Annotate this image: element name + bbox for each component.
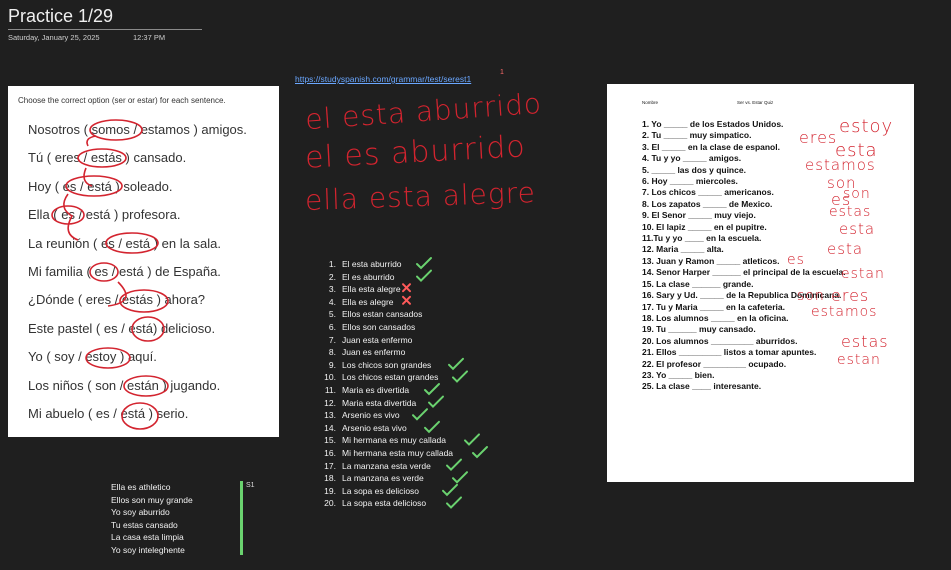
ink-circle bbox=[131, 316, 165, 342]
checkmark-icon bbox=[416, 269, 432, 283]
studyspanish-link[interactable]: https://studyspanish.com/grammar/test/se… bbox=[295, 74, 471, 84]
x-mark-icon bbox=[402, 283, 411, 293]
ink-answer[interactable]: estamos bbox=[811, 304, 877, 320]
list-number: 11. bbox=[324, 384, 336, 395]
list-number: 15. bbox=[324, 435, 336, 446]
ink-answer[interactable]: esta bbox=[827, 240, 863, 258]
sentence-list: Ella es athletico Ellos son muy grande Y… bbox=[111, 481, 193, 557]
ink-answer[interactable]: estan bbox=[837, 352, 881, 368]
ink-stroke bbox=[107, 281, 127, 307]
ink-circle bbox=[105, 232, 159, 254]
list-number: 10. bbox=[324, 372, 336, 383]
list-item: Yo soy aburrido bbox=[111, 507, 170, 518]
ink-circles bbox=[51, 119, 169, 430]
ink-circle bbox=[65, 175, 123, 197]
list-text: Arsenio es vivo bbox=[342, 410, 400, 421]
quiz-title: Ser vs. Estar Quiz bbox=[737, 100, 774, 105]
checkmark-icon bbox=[412, 408, 428, 421]
ink-circle bbox=[89, 262, 119, 282]
ink-answer[interactable]: esta bbox=[839, 220, 875, 238]
list-number: 8. bbox=[328, 347, 336, 358]
list-number: 17. bbox=[324, 460, 336, 471]
list-number: 9. bbox=[328, 359, 336, 370]
list-number: 13. bbox=[324, 410, 336, 421]
ink-stroke bbox=[86, 135, 97, 147]
list-number: 2. bbox=[328, 271, 336, 282]
green-margin-bar bbox=[240, 481, 243, 555]
checkmark-icon bbox=[464, 433, 480, 446]
ink-answer[interactable]: eres bbox=[831, 286, 869, 305]
list-number: 20. bbox=[324, 498, 336, 509]
checkmark-icon bbox=[446, 496, 462, 509]
quiz-name-label: Nombre bbox=[642, 100, 659, 105]
list-item: Ella es athletico bbox=[111, 482, 171, 492]
handwriting-line[interactable]: el esta aburrido bbox=[304, 87, 543, 136]
list-tag: S1 bbox=[246, 482, 255, 489]
checkmark-icon bbox=[442, 483, 458, 497]
ink-answer[interactable]: son bbox=[797, 288, 825, 304]
handwriting-line[interactable]: ella esta alegre bbox=[304, 176, 536, 217]
ink-circle bbox=[119, 289, 169, 313]
ink-circle bbox=[123, 375, 169, 397]
list-number: 19. bbox=[324, 485, 336, 496]
ink-marks bbox=[402, 257, 488, 509]
title-underline bbox=[8, 29, 202, 30]
checkmark-icon bbox=[416, 257, 432, 270]
ink-answer[interactable]: estas bbox=[841, 332, 889, 351]
list-item: Yo soy inteleghente bbox=[111, 544, 185, 555]
ink-circle bbox=[89, 119, 143, 141]
list-number: 3. bbox=[328, 284, 336, 295]
page-date: Saturday, January 25, 2025 bbox=[8, 33, 100, 42]
x-mark-icon bbox=[402, 295, 411, 305]
list-item: Ellos son muy grande bbox=[111, 494, 193, 505]
ink-answer[interactable]: eres bbox=[799, 128, 837, 147]
list-number: 18. bbox=[324, 473, 336, 484]
ink-stroke bbox=[63, 193, 79, 241]
ink-answer[interactable]: son bbox=[843, 186, 871, 202]
checkmark-icon bbox=[424, 420, 440, 434]
page-time: 12:37 PM bbox=[133, 33, 166, 42]
ink-answer[interactable]: estan bbox=[841, 266, 885, 282]
list-number: 16. bbox=[324, 447, 336, 458]
checkmark-icon bbox=[452, 370, 468, 383]
checkmark-icon bbox=[446, 458, 462, 472]
ser-estar-quiz-image[interactable]: Nombre Ser vs. Estar Quiz 1. Yo _____ de… bbox=[607, 84, 914, 482]
quiz-item: 25. La clase ____ interesante. bbox=[642, 381, 762, 392]
list-item: La casa esta limpia bbox=[111, 532, 184, 543]
list-text: El es aburrido bbox=[342, 271, 395, 282]
ink-answer[interactable]: estamos bbox=[805, 156, 876, 174]
quiz-item: 23. Yo _____ bien. bbox=[642, 369, 715, 380]
list-number: 5. bbox=[328, 309, 336, 320]
ink-circle bbox=[77, 148, 127, 168]
ink-answer[interactable]: estas bbox=[829, 204, 871, 220]
list-number: 14. bbox=[324, 422, 336, 433]
page-title: Practice 1/29 bbox=[8, 6, 114, 26]
handwriting-line[interactable]: el es aburrido bbox=[304, 129, 526, 176]
ink-answer[interactable]: es bbox=[787, 252, 805, 268]
link-footnote-marker: 1 bbox=[500, 69, 504, 76]
checkmark-icon bbox=[428, 395, 444, 409]
list-number: 4. bbox=[328, 296, 336, 307]
list-text: Ella esta alegre bbox=[342, 284, 401, 295]
list-number: 7. bbox=[328, 334, 336, 345]
ink-answer[interactable]: estoy bbox=[839, 116, 893, 137]
checkmark-icon bbox=[448, 357, 464, 371]
list-number: 6. bbox=[328, 321, 336, 332]
list-item: Tu estas cansado bbox=[111, 519, 178, 530]
ink-circle bbox=[85, 347, 131, 369]
list-number: 1. bbox=[328, 259, 336, 269]
list-text: El esta aburrido bbox=[342, 259, 402, 269]
ser-estar-worksheet-image[interactable]: Choose the correct option (ser or estar)… bbox=[8, 86, 279, 437]
ink-circle bbox=[51, 205, 85, 225]
checkmark-icon bbox=[424, 383, 440, 396]
list-text: Ella es alegre bbox=[342, 296, 394, 307]
checkmark-icon bbox=[452, 471, 468, 484]
ink-circle bbox=[121, 402, 159, 430]
list-number: 12. bbox=[324, 397, 336, 408]
checkmark-icon bbox=[472, 446, 488, 459]
